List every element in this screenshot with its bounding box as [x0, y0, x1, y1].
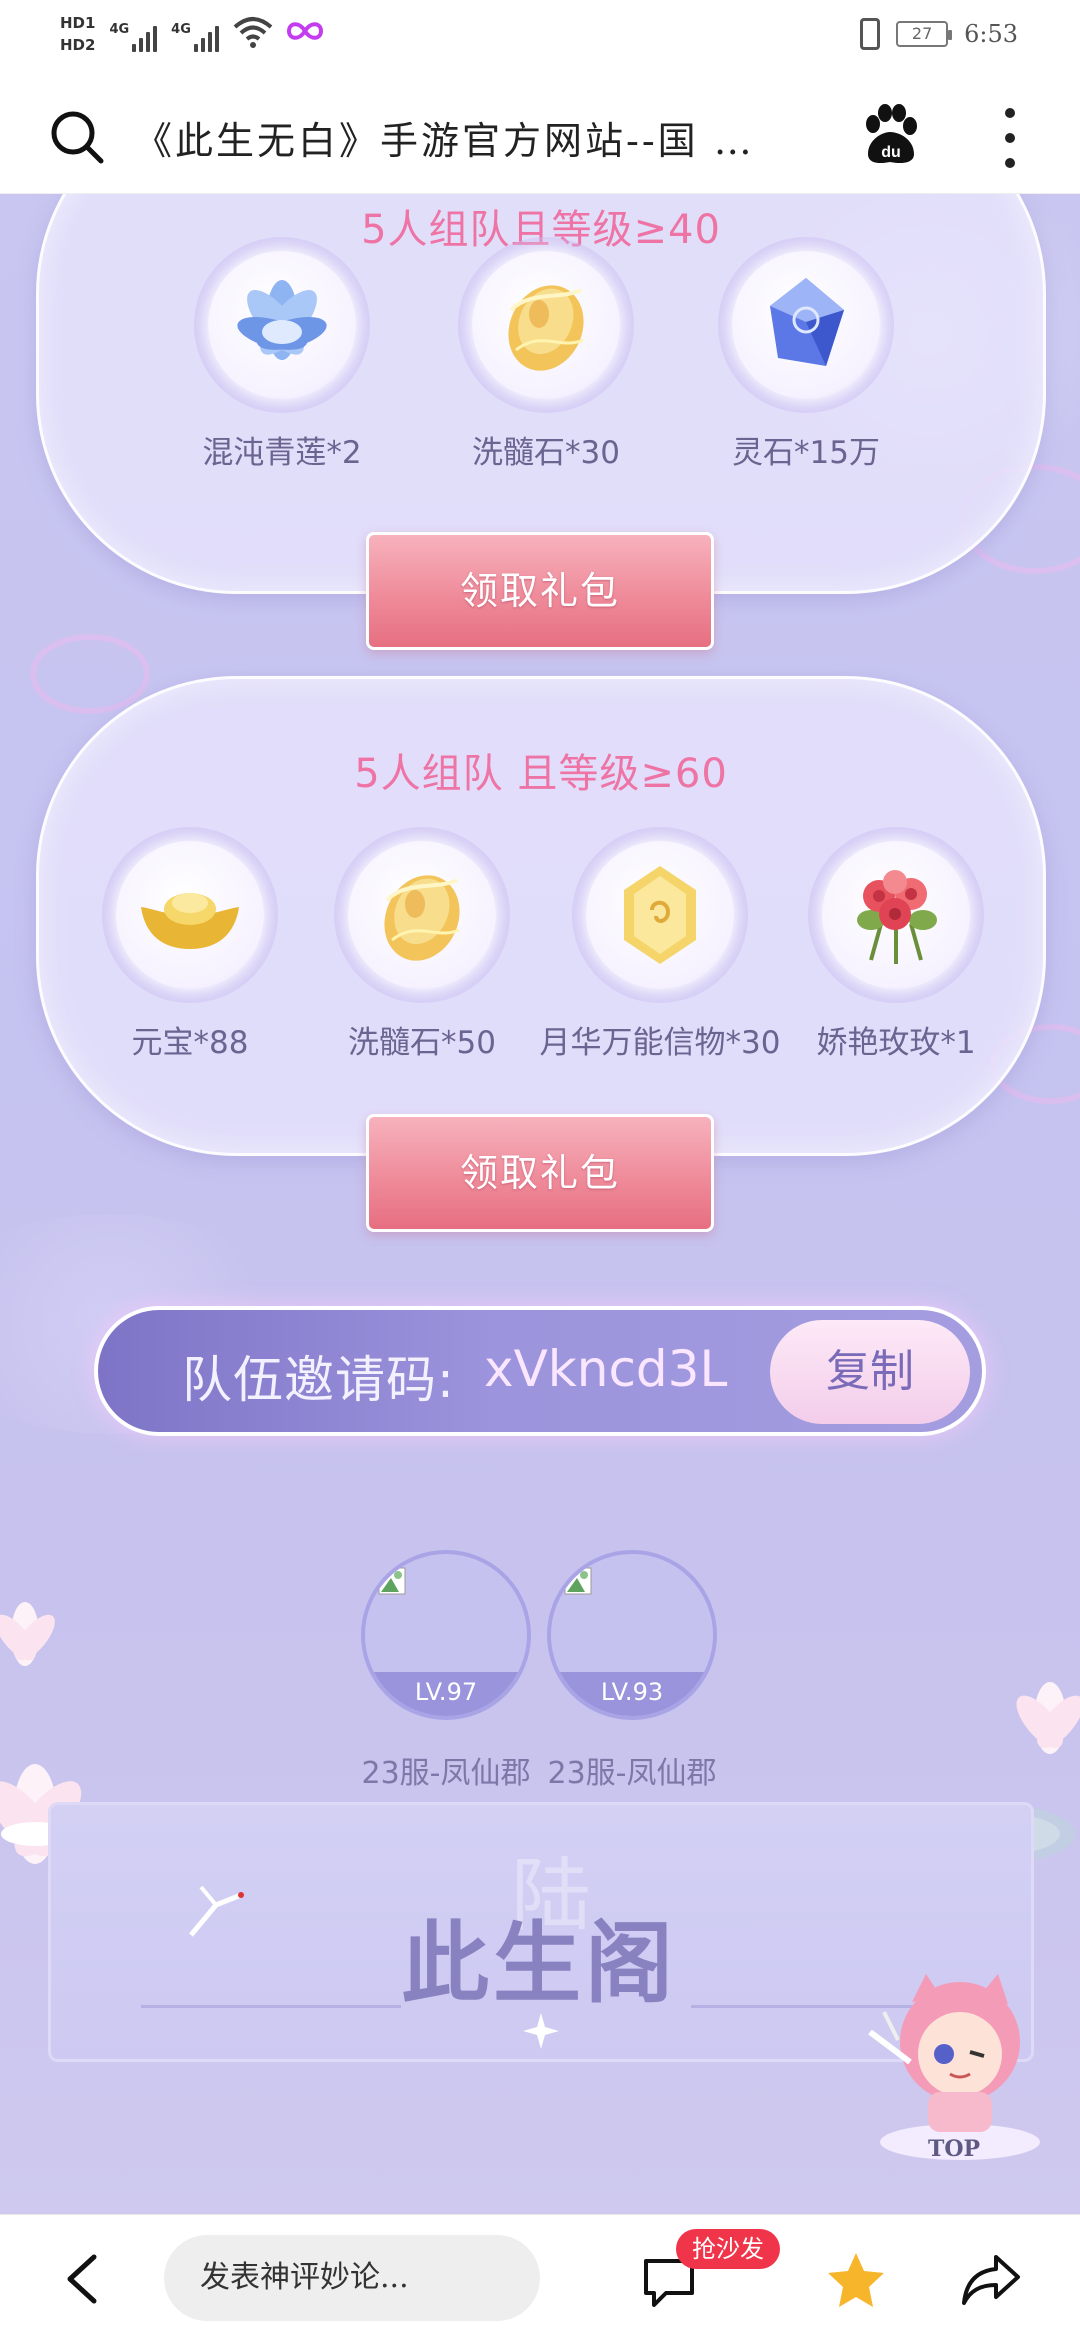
- avatar: LV.97: [361, 1550, 531, 1720]
- crane-icon: [189, 1885, 244, 1937]
- reward-item: 娇艳玫玫*1: [801, 827, 991, 1062]
- moon-token-icon: [624, 866, 696, 964]
- reward-item: 月华万能信物*30: [540, 827, 780, 1062]
- rose-bouquet-icon: [857, 870, 937, 964]
- reward-item: 洗髓石*50: [327, 827, 517, 1062]
- hd1-label: HD1: [60, 14, 96, 32]
- more-vertical-icon[interactable]: [1000, 108, 1020, 168]
- member-level: LV.93: [551, 1672, 713, 1716]
- event-page-content: 5人组队且等级≥40 混沌青莲*2 洗髓石*30 灵石*15万 领取礼包 5人组…: [0, 194, 1080, 2214]
- comment-input[interactable]: 发表神评妙论...: [164, 2235, 540, 2321]
- divider: [141, 2005, 401, 2008]
- hd2-label: HD2: [60, 36, 96, 54]
- copy-button[interactable]: 复制: [770, 1320, 970, 1424]
- sparkle-icon: [523, 2013, 559, 2049]
- reward-label: 娇艳玫玫*1: [816, 1025, 976, 1061]
- member-server: 23服-凤仙郡: [361, 1756, 531, 1791]
- lotus-decoration: [1016, 1682, 1080, 1754]
- reward-label: 混沌青莲*2: [202, 435, 362, 471]
- blue-lotus-icon: [237, 280, 327, 360]
- signal-2-icon: 4G: [171, 16, 219, 52]
- page-title[interactable]: 《此生无白》手游官方网站--国 …: [134, 110, 834, 165]
- broken-image-icon: [563, 1566, 593, 1604]
- marrow-stone-icon: [384, 875, 460, 961]
- network-2-label: 4G: [171, 22, 191, 37]
- mascot-character-icon[interactable]: [850, 1962, 1050, 2162]
- team-member-card[interactable]: LV.93 23服-凤仙郡 荽苒: [532, 1550, 732, 1842]
- lotus-decoration: [0, 1602, 55, 1666]
- reward-label: 洗髓石*50: [348, 1025, 496, 1061]
- tier2-title: 5人组队 且等级≥60: [354, 751, 728, 797]
- clock: 6:53: [964, 20, 1018, 48]
- battery-icon: 27: [896, 21, 953, 47]
- wifi-icon: [233, 15, 273, 56]
- reward-label: 洗髓石*30: [472, 435, 620, 471]
- network-1-label: 4G: [109, 22, 130, 37]
- team-member-card[interactable]: LV.97 23服-凤仙郡 玉藏: [346, 1550, 546, 1842]
- vibrate-icon: [860, 18, 881, 50]
- reward-item: 灵石*15万: [711, 237, 901, 472]
- hd-indicator: HD1 HD2: [60, 12, 95, 56]
- claim-gift-button-tier1[interactable]: 领取礼包: [366, 532, 714, 650]
- sofa-badge[interactable]: 抢沙发: [676, 2229, 780, 2269]
- reward-item: 元宝*88: [95, 827, 285, 1062]
- reward-label: 元宝*88: [131, 1025, 249, 1061]
- battery-level: 27: [911, 24, 933, 43]
- reward-item: 洗髓石*30: [451, 237, 641, 472]
- back-to-top-button[interactable]: TOP: [928, 2136, 980, 2162]
- team-invite-code-bar: 队伍邀请码: xVkncd3L 复制: [94, 1306, 986, 1436]
- search-icon[interactable]: [48, 108, 106, 166]
- claim-gift-button-tier2[interactable]: 领取礼包: [366, 1114, 714, 1232]
- pavilion-title: 此生阁: [401, 1911, 678, 2015]
- star-icon[interactable]: [826, 2251, 886, 2309]
- spirit-crystal-icon: [770, 278, 844, 366]
- baidu-paw-icon[interactable]: du: [860, 104, 920, 166]
- browser-header: 《此生无白》手游官方网站--国 … du: [0, 80, 1080, 194]
- cloud-swirl-decoration: [30, 634, 150, 714]
- signal-1-icon: 4G: [109, 16, 158, 52]
- member-level: LV.97: [365, 1672, 527, 1716]
- marrow-stone-icon: [508, 285, 584, 371]
- gold-ingot-icon: [141, 893, 239, 949]
- back-arrow-icon[interactable]: [60, 2251, 104, 2307]
- reward-panel-tier2: 5人组队 且等级≥60 元宝*88 洗髓石*50 月华万能信物*30 娇艳玫玫*…: [36, 676, 1046, 1156]
- reward-label: 月华万能信物*30: [539, 1025, 781, 1061]
- bottom-toolbar: 发表神评妙论... 抢沙发: [0, 2214, 1080, 2340]
- invite-code-label: 队伍邀请码:: [182, 1351, 455, 1409]
- member-server: 23服-凤仙郡: [547, 1756, 717, 1791]
- svg-text:du: du: [881, 144, 901, 161]
- avatar: LV.93: [547, 1550, 717, 1720]
- invite-code-value: xVkncd3L: [484, 1340, 728, 1398]
- infinity-icon: [286, 16, 323, 52]
- reward-item: 混沌青莲*2: [187, 237, 377, 472]
- broken-image-icon: [377, 1566, 407, 1604]
- status-bar: HD1 HD2 4G 4G 27 6:53: [0, 0, 1080, 80]
- reward-label: 灵石*15万: [732, 435, 880, 471]
- share-icon[interactable]: [960, 2253, 1022, 2307]
